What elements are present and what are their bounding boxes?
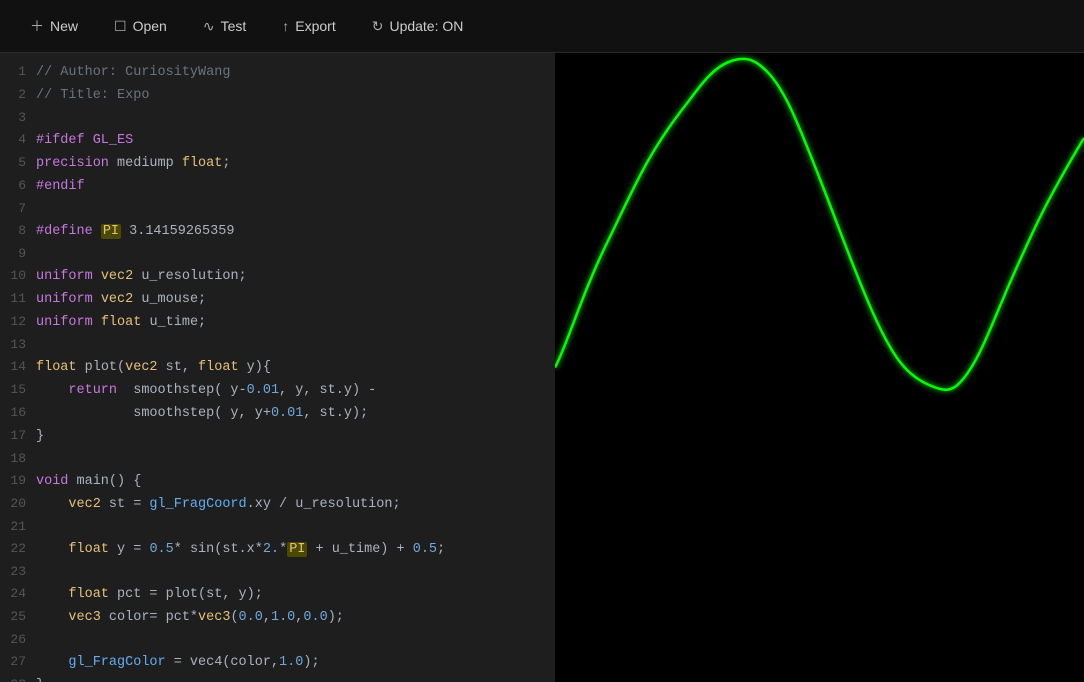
table-row: 2 // Title: Expo — [0, 84, 555, 107]
upload-icon: ↑ — [282, 18, 289, 34]
export-button[interactable]: ↑ Export — [268, 12, 349, 40]
table-row: 7 — [0, 198, 555, 220]
open-button[interactable]: ☐ Open — [100, 12, 181, 41]
new-label: New — [50, 18, 78, 34]
table-row: 11 uniform vec2 u_mouse; — [0, 288, 555, 311]
table-row: 22 float y = 0.5* sin(st.x*2.*PI + u_tim… — [0, 538, 555, 561]
test-label: Test — [221, 18, 247, 34]
table-row: 26 — [0, 629, 555, 651]
update-label: Update: ON — [389, 18, 463, 34]
code-lines: 1 // Author: CuriosityWang 2 // Title: E… — [0, 61, 555, 682]
table-row: 20 vec2 st = gl_FragCoord.xy / u_resolut… — [0, 493, 555, 516]
open-label: Open — [133, 18, 167, 34]
table-row: 9 — [0, 243, 555, 265]
table-row: 1 // Author: CuriosityWang — [0, 61, 555, 84]
table-row: 28 } — [0, 674, 555, 682]
table-row: 12 uniform float u_time; — [0, 311, 555, 334]
code-editor[interactable]: 1 // Author: CuriosityWang 2 // Title: E… — [0, 53, 555, 682]
table-row: 25 vec3 color= pct*vec3(0.0,1.0,0.0); — [0, 606, 555, 629]
table-row: 17 } — [0, 425, 555, 448]
plus-icon: ＋ — [30, 16, 44, 36]
preview-panel — [555, 53, 1084, 682]
sine-wave-preview — [555, 53, 1084, 682]
main-area: 1 // Author: CuriosityWang 2 // Title: E… — [0, 53, 1084, 682]
table-row: 13 — [0, 334, 555, 356]
table-row: 21 — [0, 516, 555, 538]
table-row: 19 void main() { — [0, 470, 555, 493]
table-row: 5 precision mediump float; — [0, 152, 555, 175]
refresh-icon: ↻ — [372, 18, 384, 35]
update-button[interactable]: ↻ Update: ON — [358, 12, 478, 41]
test-button[interactable]: ∿ Test — [189, 12, 260, 41]
table-row: 3 — [0, 107, 555, 129]
chart-icon: ∿ — [203, 18, 215, 35]
table-row: 27 gl_FragColor = vec4(color,1.0); — [0, 651, 555, 674]
table-row: 24 float pct = plot(st, y); — [0, 583, 555, 606]
table-row: 8 #define PI 3.14159265359 — [0, 220, 555, 243]
table-row: 23 — [0, 561, 555, 583]
folder-icon: ☐ — [114, 18, 127, 35]
table-row: 14 float plot(vec2 st, float y){ — [0, 356, 555, 379]
table-row: 18 — [0, 448, 555, 470]
toolbar: ＋ New ☐ Open ∿ Test ↑ Export ↻ Update: O… — [0, 0, 1084, 53]
export-label: Export — [295, 18, 335, 34]
table-row: 15 return smoothstep( y-0.01, y, st.y) - — [0, 379, 555, 402]
table-row: 16 smoothstep( y, y+0.01, st.y); — [0, 402, 555, 425]
table-row: 10 uniform vec2 u_resolution; — [0, 265, 555, 288]
table-row: 4 #ifdef GL_ES — [0, 129, 555, 152]
table-row: 6 #endif — [0, 175, 555, 198]
new-button[interactable]: ＋ New — [16, 10, 92, 42]
